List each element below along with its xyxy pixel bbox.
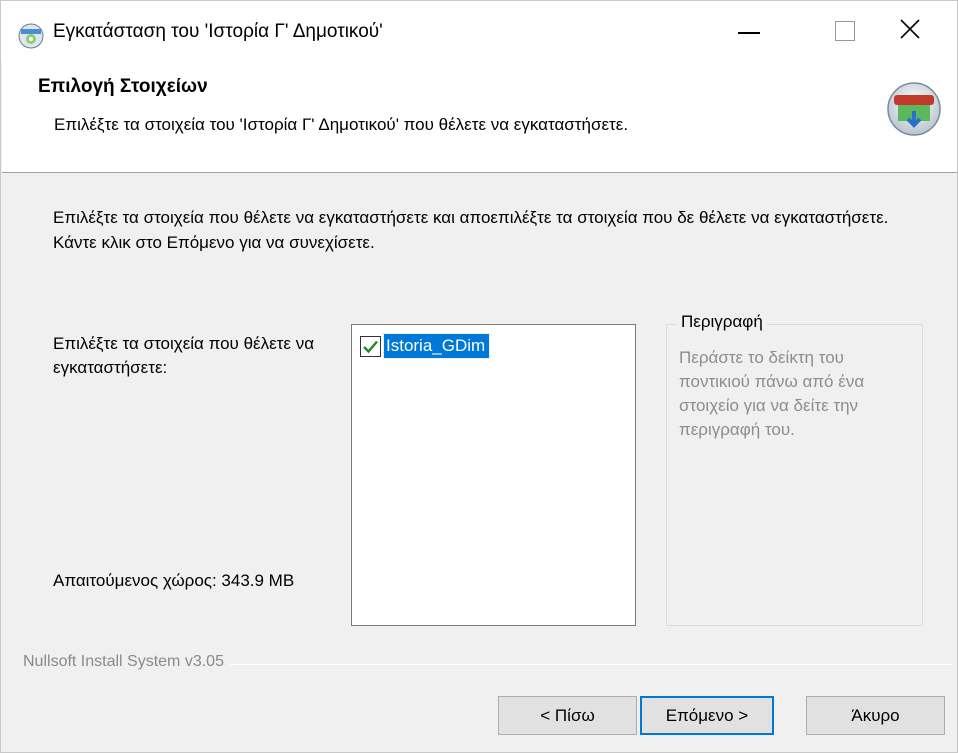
installer-disc-icon <box>18 23 44 49</box>
close-button[interactable] <box>863 1 957 61</box>
component-checkbox[interactable] <box>360 335 381 357</box>
page-title: Επιλογή Στοιχείων <box>38 76 208 97</box>
list-item[interactable]: Istoria_GDim <box>360 333 491 359</box>
intro-text: Επιλέξτε τα στοιχεία που θέλετε να εγκατ… <box>53 208 889 252</box>
checkmark-icon <box>363 340 378 353</box>
back-button[interactable]: < Πίσω <box>498 696 637 735</box>
space-required-label: Απαιτούμενος χώρος: 343.9 MB <box>53 571 295 590</box>
close-icon <box>899 18 921 45</box>
next-button[interactable]: Επόμενο > <box>640 696 774 735</box>
header-panel: Επιλογή Στοιχείων Επιλέξτε τα στοιχεία τ… <box>2 61 957 173</box>
minimize-button[interactable] <box>701 1 797 61</box>
page-subtitle: Επιλέξτε τα στοιχεία του 'Ιστορία Γ' Δημ… <box>54 115 629 134</box>
installer-window: Εγκατάσταση του 'Ιστορία Γ' Δημοτικού' Ε… <box>0 0 958 753</box>
cancel-button[interactable]: Άκυρο <box>806 696 945 735</box>
description-legend: Περιγραφή <box>677 312 767 332</box>
select-components-label: Επιλέξτε τα στοιχεία που θέλετε να εγκατ… <box>53 334 315 377</box>
components-list[interactable]: Istoria_GDim <box>351 324 636 626</box>
minimize-icon <box>738 32 760 34</box>
description-group: Περιγραφή Περάστε το δείκτη του ποντικιο… <box>666 312 923 626</box>
maximize-icon <box>835 21 855 41</box>
description-text: Περάστε το δείκτη του ποντικιού πάνω από… <box>679 348 865 439</box>
branding-text: Nullsoft Install System v3.05 <box>23 653 230 671</box>
window-title: Εγκατάσταση του 'Ιστορία Γ' Δημοτικού' <box>53 21 383 42</box>
nsis-installer-icon <box>886 81 942 137</box>
title-bar[interactable]: Εγκατάσταση του 'Ιστορία Γ' Δημοτικού' <box>1 1 957 61</box>
component-label[interactable]: Istoria_GDim <box>382 333 491 359</box>
